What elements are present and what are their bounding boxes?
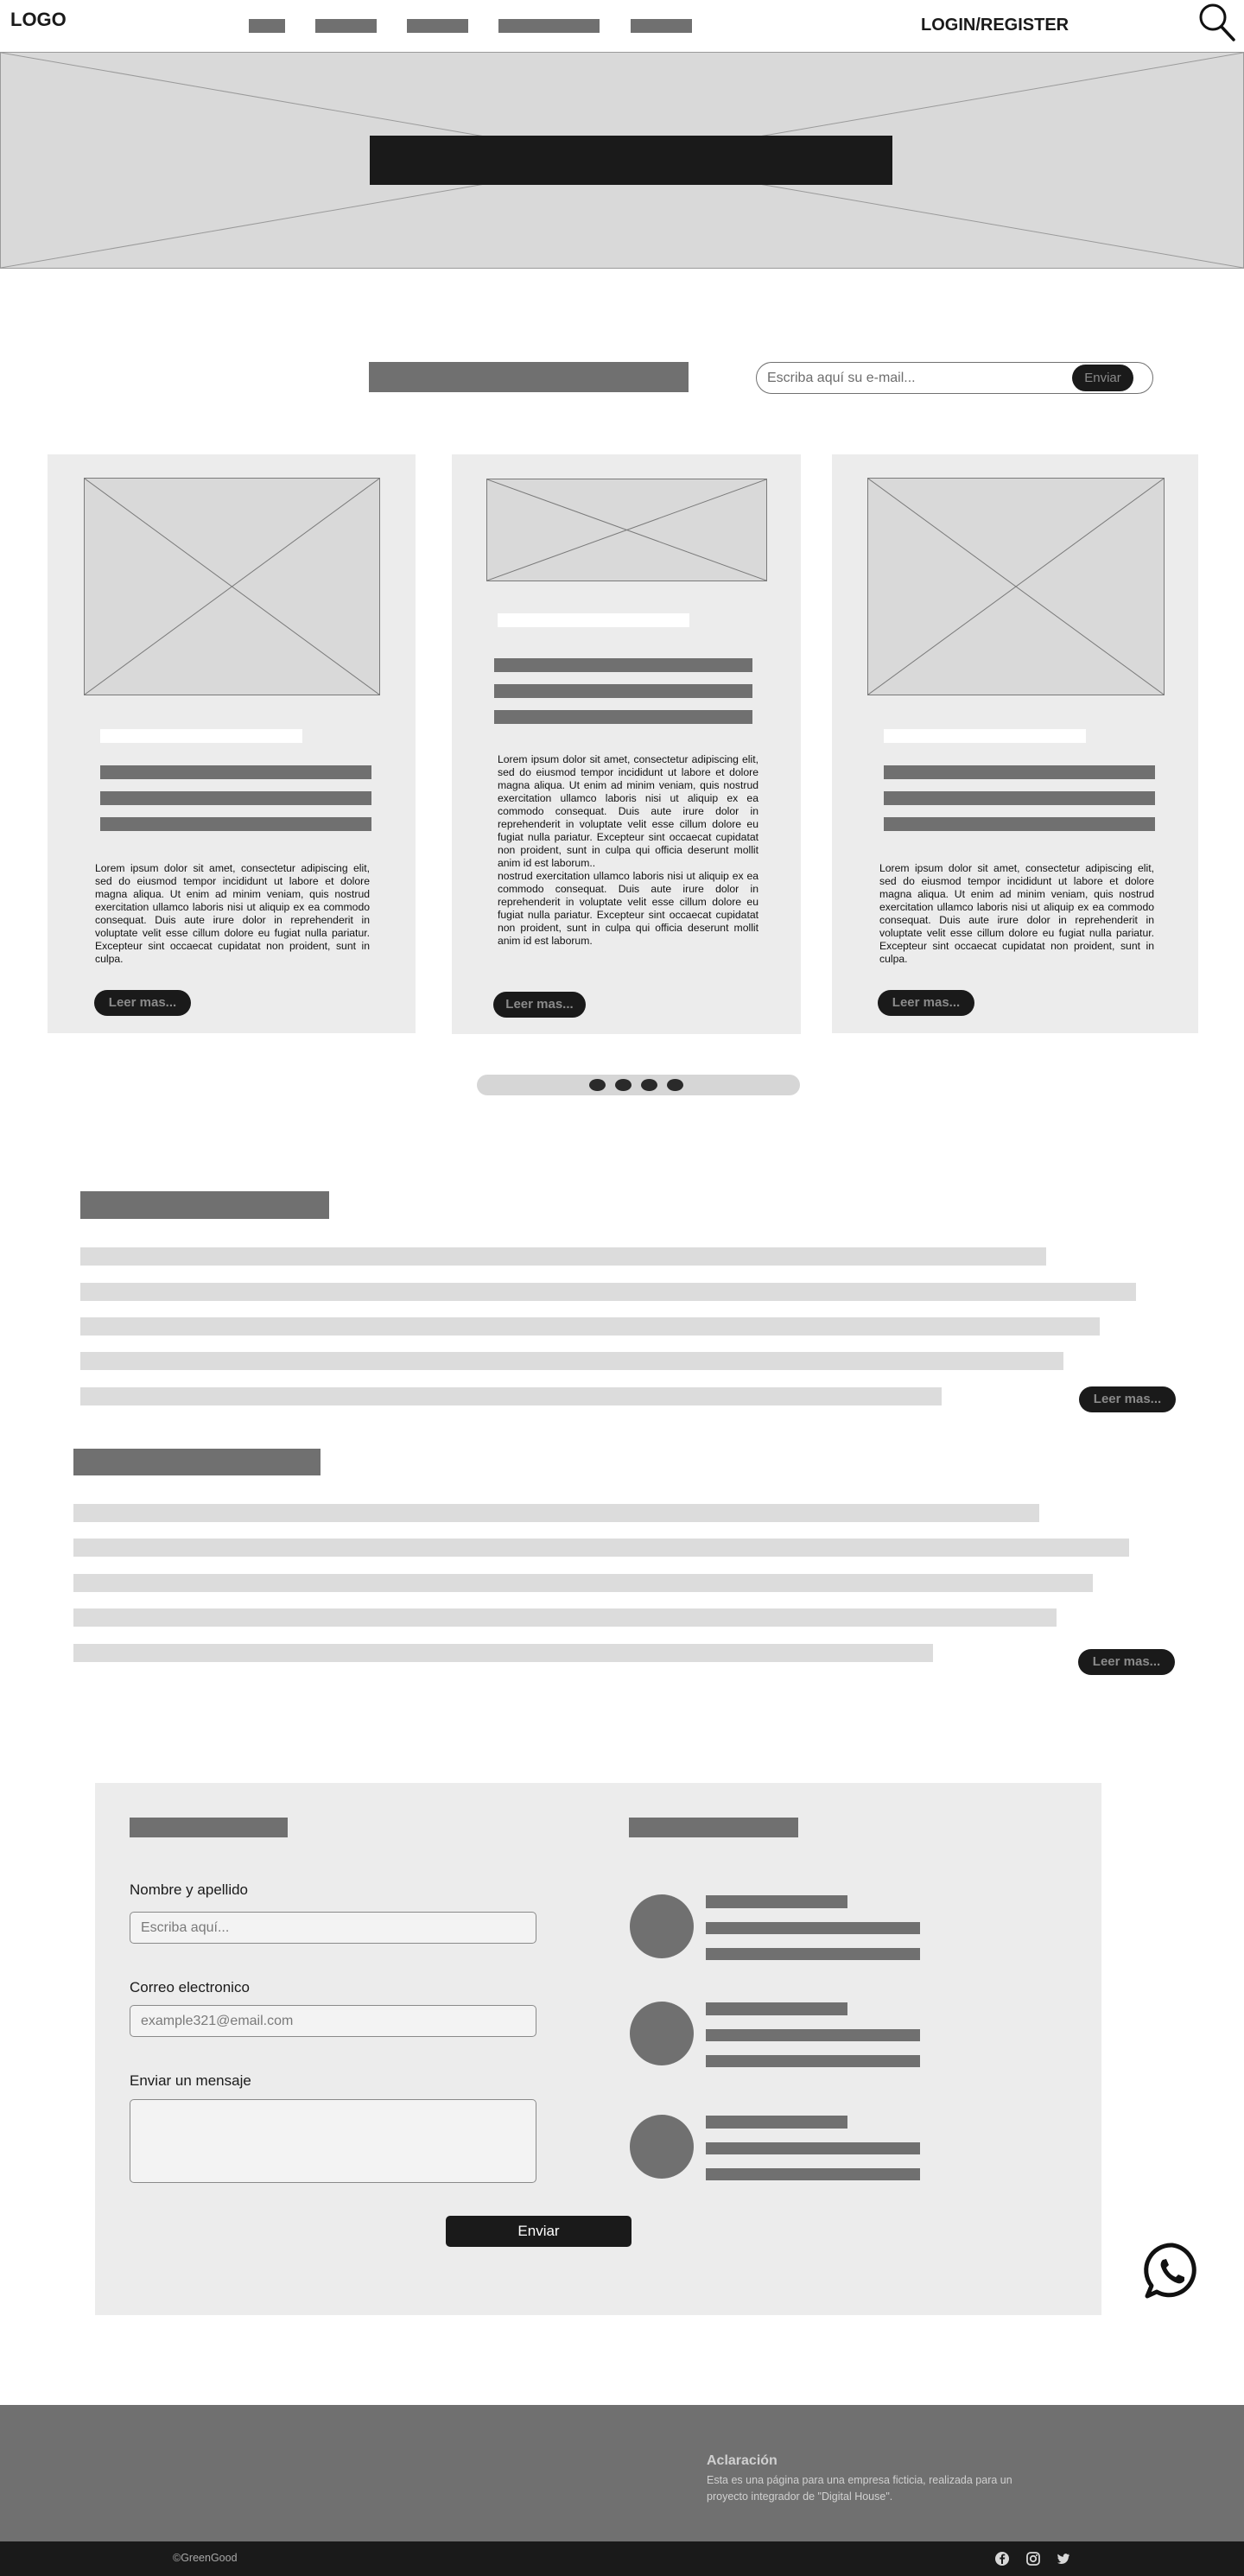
footer-disclaimer: Esta es una página para una empresa fict… [707, 2474, 1012, 2503]
card-image-placeholder [867, 478, 1165, 695]
nav-item-1[interactable] [249, 19, 285, 33]
carousel-dot[interactable] [641, 1079, 657, 1091]
contact-info-line [706, 2168, 920, 2180]
card-title-line [100, 765, 371, 779]
whatsapp-icon[interactable] [1142, 2241, 1203, 2301]
read-more-button[interactable]: Leer mas... [94, 990, 191, 1016]
section-2-text-line [73, 1608, 1057, 1627]
copyright: ©GreenGood [173, 2552, 238, 2564]
card-title-line [884, 765, 1155, 779]
section-1-heading [80, 1191, 329, 1219]
article-card-2: Lorem ipsum dolor sit amet, consectetur … [452, 454, 801, 1034]
name-label: Nombre y apellido [130, 1881, 249, 1898]
contact-submit-button[interactable]: Enviar [446, 2216, 632, 2247]
twitter-icon[interactable] [1056, 2551, 1071, 2566]
section-2-text-line [73, 1574, 1093, 1592]
section-2-text-line [73, 1539, 1129, 1557]
section-1-text-line [80, 1283, 1136, 1301]
newsletter-email-input[interactable] [767, 369, 1078, 388]
contact-info-title [706, 2116, 847, 2129]
nav-item-3[interactable] [407, 19, 468, 33]
section-1-text-line [80, 1387, 942, 1405]
section-2-heading [73, 1449, 321, 1475]
article-card-1: Lorem ipsum dolor sit amet, consectetur … [48, 454, 416, 1033]
card-body-text: Lorem ipsum dolor sit amet, consectetur … [879, 862, 1154, 965]
contact-panel: Nombre y apellido Correo electronico Env… [95, 1783, 1101, 2315]
contact-info-line [706, 2029, 920, 2041]
contact-info-title [706, 2002, 847, 2015]
card-image-placeholder [486, 479, 767, 581]
name-input[interactable] [130, 1912, 536, 1944]
section-2-read-more-button[interactable]: Leer mas... [1078, 1649, 1175, 1675]
read-more-button[interactable]: Leer mas... [878, 990, 974, 1016]
nav-item-4[interactable] [498, 19, 600, 33]
section-1-text-line [80, 1317, 1100, 1336]
email-input[interactable] [130, 2005, 536, 2037]
contact-info-line [706, 2055, 920, 2067]
search-icon[interactable] [1196, 0, 1237, 45]
card-subtitle [498, 613, 689, 627]
carousel-dot[interactable] [589, 1079, 606, 1091]
newsletter-heading [369, 362, 689, 392]
login-register-link[interactable]: LOGIN/REGISTER [921, 16, 1069, 35]
contact-info-line [706, 1948, 920, 1960]
email-label: Correo electronico [130, 1979, 250, 1995]
card-title-line [494, 658, 752, 672]
section-2-text-line [73, 1644, 933, 1662]
logo[interactable]: LOGO [10, 9, 67, 31]
carousel-dot[interactable] [667, 1079, 683, 1091]
section-1-text-line [80, 1247, 1046, 1266]
carousel-dot[interactable] [615, 1079, 632, 1091]
carousel-pagination [477, 1075, 800, 1095]
section-1-text-line [80, 1352, 1063, 1370]
contact-info-title [706, 1895, 847, 1908]
section-1-read-more-button[interactable]: Leer mas... [1079, 1386, 1176, 1412]
card-title-line [884, 817, 1155, 831]
card-title-line [100, 817, 371, 831]
facebook-icon[interactable] [994, 2551, 1010, 2566]
footer-title: Aclaración [707, 2453, 778, 2468]
message-label: Enviar un mensaje [130, 2072, 251, 2089]
card-title-line [884, 791, 1155, 805]
card-title-line [494, 684, 752, 698]
card-title-line [494, 710, 752, 724]
read-more-button[interactable]: Leer mas... [493, 992, 586, 1018]
card-body-text-continued: nostrud exercitation ullamco laboris nis… [498, 870, 758, 947]
section-2-text-line [73, 1504, 1039, 1522]
hero-title [370, 136, 892, 185]
contact-avatar [630, 1894, 694, 1958]
article-card-3: Lorem ipsum dolor sit amet, consectetur … [832, 454, 1198, 1033]
contact-info-line [706, 1922, 920, 1934]
footer: Aclaración Esta es una página para una e… [0, 2405, 1244, 2541]
hero-banner-image [0, 52, 1244, 269]
contact-form-heading [130, 1818, 288, 1837]
card-image-placeholder [84, 478, 380, 695]
card-subtitle [100, 729, 302, 743]
footer-bottom-bar: ©GreenGood [0, 2541, 1244, 2576]
contact-avatar [630, 2002, 694, 2065]
card-subtitle [884, 729, 1086, 743]
card-body-text: Lorem ipsum dolor sit amet, consectetur … [498, 753, 758, 869]
nav-item-5[interactable] [631, 19, 692, 33]
message-textarea[interactable] [130, 2099, 536, 2183]
card-title-line [100, 791, 371, 805]
instagram-icon[interactable] [1025, 2551, 1041, 2566]
contact-info-heading [629, 1818, 798, 1837]
contact-avatar [630, 2115, 694, 2179]
contact-info-line [706, 2142, 920, 2154]
nav-item-2[interactable] [315, 19, 377, 33]
card-body-text: Lorem ipsum dolor sit amet, consectetur … [95, 862, 370, 965]
newsletter-form: Enviar [756, 362, 1153, 394]
newsletter-submit-button[interactable]: Enviar [1072, 365, 1133, 391]
